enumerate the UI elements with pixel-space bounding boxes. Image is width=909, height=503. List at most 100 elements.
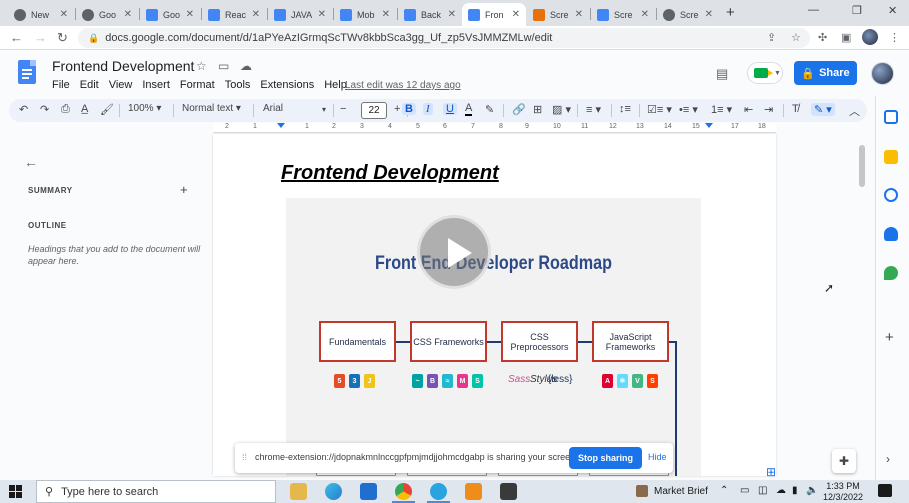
roadmap-image[interactable]: Front End Developer Roadmap Fundamentals…: [286, 198, 701, 476]
close-tab-icon[interactable]: ✕: [252, 9, 260, 20]
system-clock[interactable]: 1:33 PM 12/3/2022: [823, 481, 863, 503]
address-bar[interactable]: 🔒 docs.google.com/document/d/1aPYeAzIGrm…: [78, 28, 810, 48]
last-edit-link[interactable]: Last edit was 12 days ago: [345, 80, 461, 91]
move-folder-icon[interactable]: ▭: [218, 59, 229, 73]
hide-button[interactable]: Hide: [648, 452, 667, 462]
folder-icon[interactable]: ▭: [740, 485, 749, 496]
tasks-icon[interactable]: [884, 188, 898, 202]
increase-font-size-icon[interactable]: +: [394, 103, 400, 115]
line-spacing-icon[interactable]: ↕≡: [619, 103, 631, 115]
font-size-input[interactable]: 22: [361, 102, 387, 119]
back-icon[interactable]: ←: [10, 30, 23, 45]
checklist-icon[interactable]: ☑≡ ▾: [647, 103, 672, 116]
network-icon[interactable]: ◫: [758, 485, 767, 496]
indent-marker-icon[interactable]: [277, 123, 285, 128]
add-comment-icon[interactable]: ⊞: [533, 103, 542, 116]
clear-formatting-icon[interactable]: T̸: [792, 103, 799, 115]
browser-tab[interactable]: JAVA ✕: [268, 3, 332, 26]
browser-tab-active[interactable]: Fron ✕: [462, 3, 526, 26]
editing-mode-icon[interactable]: ✎ ▾: [811, 103, 835, 116]
text-color-icon[interactable]: A: [465, 103, 473, 116]
browser-tab[interactable]: New ✕: [8, 3, 74, 26]
browser-tab[interactable]: Scre ✕: [591, 3, 655, 26]
profile-avatar[interactable]: [862, 29, 878, 45]
align-icon[interactable]: ≡ ▾: [586, 103, 601, 116]
menu-tools[interactable]: Tools: [225, 79, 251, 91]
bulleted-list-icon[interactable]: •≡ ▾: [679, 103, 698, 116]
close-tab-icon[interactable]: ✕: [512, 9, 520, 20]
chrome-menu-icon[interactable]: ⋮: [889, 31, 900, 44]
extensions-icon[interactable]: ✣: [818, 31, 827, 44]
close-tab-icon[interactable]: ✕: [575, 9, 583, 20]
paragraph-style-select[interactable]: Normal text ▾: [182, 103, 241, 114]
browser-tab[interactable]: Scre ✕: [657, 3, 719, 26]
account-avatar[interactable]: [871, 62, 894, 85]
browser-tab[interactable]: Reac ✕: [202, 3, 266, 26]
share-page-icon[interactable]: ⇪: [767, 31, 776, 44]
minimize-icon[interactable]: —: [808, 4, 819, 16]
forward-icon[interactable]: →: [34, 30, 47, 45]
bold-icon[interactable]: B: [402, 103, 416, 115]
close-tab-icon[interactable]: ✕: [705, 9, 713, 20]
highlight-icon[interactable]: ✎: [485, 103, 494, 116]
side-panel-icon[interactable]: ▣: [841, 31, 851, 44]
vertical-scrollbar[interactable]: [859, 145, 865, 187]
add-icon[interactable]: ⊞: [766, 465, 776, 479]
document-title[interactable]: Frontend Development: [52, 58, 194, 74]
keep-icon[interactable]: [884, 150, 898, 164]
meet-button[interactable]: ▼: [747, 62, 783, 84]
zoom-select[interactable]: 100% ▾: [128, 103, 161, 114]
star-icon[interactable]: ☆: [196, 59, 207, 73]
close-outline-icon[interactable]: ←: [24, 154, 38, 170]
chevron-down-icon[interactable]: ▾: [322, 105, 326, 114]
contacts-icon[interactable]: [884, 227, 898, 241]
numbered-list-icon[interactable]: 1≡ ▾: [711, 103, 732, 116]
battery-icon[interactable]: ▮: [792, 485, 798, 496]
close-tab-icon[interactable]: ✕: [60, 9, 68, 20]
browser-tab[interactable]: Scre ✕: [527, 3, 589, 26]
print-icon[interactable]: ⎙: [61, 103, 70, 116]
file-explorer-icon[interactable]: [290, 483, 307, 500]
close-window-icon[interactable]: ✕: [888, 4, 897, 17]
notification-icon[interactable]: [878, 484, 892, 497]
bookmark-star-icon[interactable]: ☆: [791, 31, 801, 44]
chrome-icon[interactable]: [395, 483, 412, 500]
ruler[interactable]: 2 1 1 2 3 4 5 6 7 8 9 10 11 12 13 14 15 …: [213, 123, 776, 133]
close-tab-icon[interactable]: ✕: [641, 9, 649, 20]
decrease-indent-icon[interactable]: ⇤: [744, 103, 753, 116]
add-summary-icon[interactable]: +: [180, 182, 188, 197]
insert-image-icon[interactable]: ▨ ▾: [552, 103, 571, 116]
maps-icon[interactable]: [884, 266, 898, 280]
cloud-saved-icon[interactable]: ☁: [240, 59, 252, 73]
taskbar-search[interactable]: ⚲ Type here to search: [36, 480, 276, 503]
paint-format-icon[interactable]: 🖌: [100, 103, 114, 116]
hide-menus-icon[interactable]: ︿: [849, 103, 860, 119]
vlc-icon[interactable]: [465, 483, 482, 500]
get-addons-icon[interactable]: +: [885, 329, 894, 346]
browser-tab[interactable]: Goo ✕: [76, 3, 138, 26]
italic-icon[interactable]: I: [423, 103, 433, 115]
telegram-icon[interactable]: [430, 483, 447, 500]
undo-icon[interactable]: ↶: [19, 103, 28, 116]
browser-tab[interactable]: Back ✕: [398, 3, 462, 26]
calendar-icon[interactable]: [884, 110, 898, 124]
decrease-font-size-icon[interactable]: −: [340, 103, 346, 115]
reload-icon[interactable]: ↻: [57, 30, 68, 46]
close-tab-icon[interactable]: ✕: [318, 9, 326, 20]
close-tab-icon[interactable]: ✕: [448, 9, 456, 20]
menu-file[interactable]: File: [52, 79, 70, 91]
menu-format[interactable]: Format: [180, 79, 215, 91]
tray-overflow-icon[interactable]: ⌃: [720, 485, 728, 496]
font-select[interactable]: Arial: [263, 103, 283, 114]
play-icon[interactable]: [417, 215, 491, 289]
right-indent-marker-icon[interactable]: [705, 123, 713, 128]
menu-help[interactable]: Help: [324, 79, 347, 91]
market-brief-widget[interactable]: Market Brief: [636, 485, 708, 497]
redo-icon[interactable]: ↷: [40, 103, 49, 116]
mail-icon[interactable]: [360, 483, 377, 500]
cloud-icon[interactable]: ☁: [776, 485, 786, 496]
underline-icon[interactable]: U: [443, 103, 457, 115]
close-tab-icon[interactable]: ✕: [382, 9, 390, 20]
maximize-icon[interactable]: ❐: [852, 4, 862, 17]
spellcheck-icon[interactable]: A̲: [81, 103, 88, 115]
